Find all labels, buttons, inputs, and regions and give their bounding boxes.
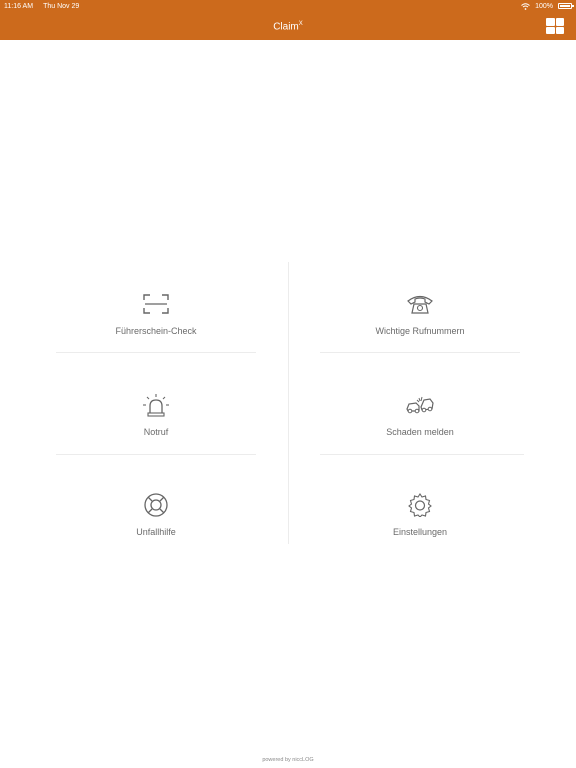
siren-icon (143, 394, 169, 417)
battery-percent: 100% (535, 2, 553, 10)
tile-fuehrerschein-check[interactable]: Führerschein-Check (56, 292, 256, 372)
tile-wichtige-rufnummern[interactable]: Wichtige Rufnummern (320, 292, 520, 372)
status-time: 11:16 AM (4, 2, 34, 10)
lifebuoy-icon (144, 493, 168, 517)
tile-notruf[interactable]: Notruf (56, 393, 256, 473)
footer-powered-by: powered by niccLOG (262, 757, 314, 763)
main-menu-grid: Führerschein-Check Wichtige Rufnummern N… (56, 262, 524, 544)
status-date: Thu Nov 29 (43, 2, 80, 10)
scan-frame-icon (143, 294, 169, 314)
tile-einstellungen[interactable]: Einstellungen (320, 493, 520, 573)
grid-divider-vertical (288, 262, 289, 544)
tile-unfallhilfe[interactable]: Unfallhilfe (56, 493, 256, 573)
windows-menu-icon[interactable] (546, 18, 564, 34)
tile-label: Einstellungen (392, 527, 448, 537)
status-bar: 11:16 AM Thu Nov 29 100% (0, 0, 576, 12)
car-crash-icon (406, 396, 434, 414)
tile-label: Unfallhilfe (136, 527, 176, 537)
tile-label: Führerschein-Check (115, 326, 197, 336)
tile-label: Schaden melden (386, 427, 454, 437)
tile-label: Notruf (143, 427, 169, 437)
nav-bar: ClaimX (0, 12, 576, 40)
telephone-icon (407, 295, 433, 314)
wifi-icon (521, 2, 530, 10)
gear-icon (408, 493, 432, 517)
page-title: ClaimX (273, 21, 303, 33)
battery-icon (558, 3, 574, 9)
tile-schaden-melden[interactable]: Schaden melden (320, 393, 520, 473)
tile-label: Wichtige Rufnummern (375, 326, 465, 336)
